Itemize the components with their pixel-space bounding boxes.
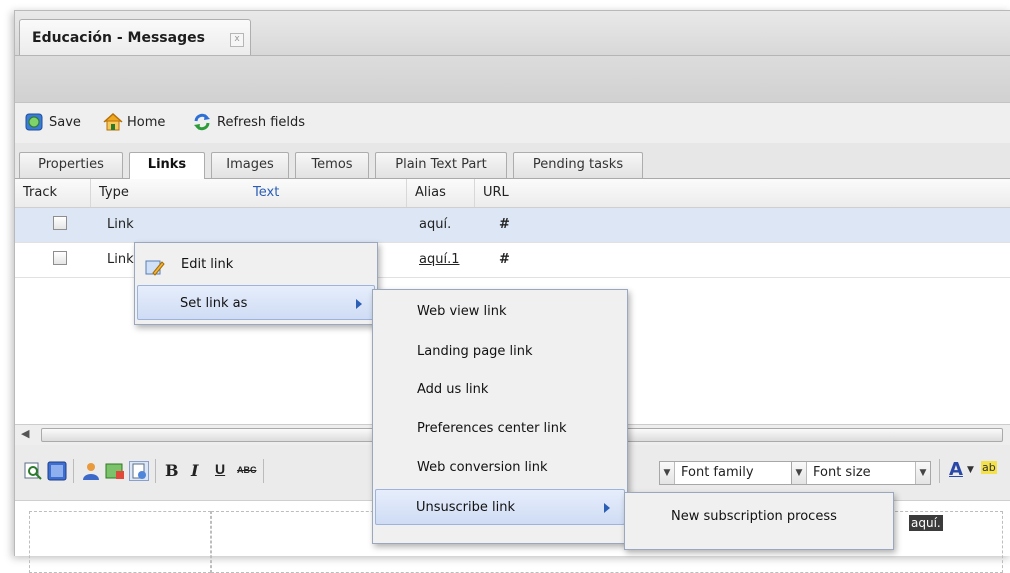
menu-item-web-view-link[interactable]: Web view link	[375, 294, 625, 330]
separator	[263, 459, 264, 483]
column-type[interactable]: Type	[91, 179, 241, 207]
chevron-down-icon: ▼	[915, 462, 930, 484]
row-type: Link	[107, 217, 134, 232]
set-link-as-label: Set link as	[180, 296, 248, 311]
grid-header: Track Type Text Alias URL	[15, 179, 1010, 208]
submenu-arrow-icon	[356, 299, 362, 309]
table-row[interactable]: Link aquí. #	[15, 208, 1010, 243]
document-tab-strip: Educación - Messages x	[15, 11, 1010, 56]
home-button[interactable]: Home	[103, 112, 166, 131]
column-text[interactable]: Text	[241, 179, 407, 207]
menu-item-unsuscribe-link[interactable]: Unsuscribe link	[375, 489, 625, 525]
highlighted-text[interactable]: aquí.	[909, 515, 943, 531]
row-url: #	[499, 252, 510, 267]
home-icon	[103, 112, 123, 131]
document-tab[interactable]: Educación - Messages x	[19, 19, 251, 55]
refresh-icon	[193, 113, 211, 131]
track-checkbox[interactable]	[53, 216, 67, 230]
column-track[interactable]: Track	[15, 179, 91, 207]
menu-item-landing-page-link[interactable]: Landing page link	[375, 334, 625, 370]
menu-item-set-link-as[interactable]: Set link as	[137, 285, 375, 320]
tab-plain-text-part[interactable]: Plain Text Part	[375, 152, 507, 178]
close-tab-icon[interactable]: x	[230, 33, 244, 47]
column-alias[interactable]: Alias	[407, 179, 475, 207]
menu-item-web-conversion-link[interactable]: Web conversion link	[375, 450, 625, 486]
refresh-fields-button[interactable]: Refresh fields	[193, 113, 305, 131]
content-block	[29, 511, 211, 573]
unsuscribe-link-label: Unsuscribe link	[416, 500, 516, 515]
set-link-as-submenu: Web view link Landing page link Add us l…	[372, 289, 628, 544]
text-color-button[interactable]: A	[949, 459, 963, 480]
scroll-left-icon[interactable]: ◀	[21, 427, 29, 440]
source-view-icon[interactable]	[47, 461, 67, 481]
preview-icon[interactable]	[23, 461, 43, 481]
save-icon	[25, 113, 43, 131]
bold-button[interactable]: B	[165, 461, 179, 480]
save-label: Save	[49, 114, 81, 130]
row-url: #	[499, 217, 510, 232]
header-band	[15, 56, 1010, 103]
submenu-arrow-icon	[604, 503, 610, 513]
user-icon[interactable]	[81, 461, 101, 481]
sub-tabs: Properties Links Images Temos Plain Text…	[15, 143, 1010, 179]
separator	[73, 459, 74, 483]
italic-button[interactable]: I	[191, 461, 198, 480]
row-alias: aquí.1	[419, 252, 460, 267]
chevron-down-icon: ▼	[792, 462, 807, 484]
tab-images[interactable]: Images	[211, 152, 289, 178]
unsuscribe-submenu: New subscription process	[624, 492, 894, 550]
edit-link-label: Edit link	[181, 257, 234, 272]
column-url[interactable]: URL	[475, 179, 1010, 207]
menu-item-add-us-link[interactable]: Add us link	[375, 372, 625, 408]
row-alias: aquí.	[419, 217, 452, 232]
separator	[155, 459, 156, 483]
font-family-label: Font family	[681, 465, 754, 480]
tab-pending-tasks[interactable]: Pending tasks	[513, 152, 643, 178]
highlight-color-button[interactable]: ab	[981, 461, 997, 474]
chevron-down-icon[interactable]: ▼	[967, 465, 974, 475]
home-label: Home	[127, 114, 166, 130]
tab-links[interactable]: Links	[129, 152, 205, 179]
font-size-select[interactable]: ▼ Font size ▼	[791, 461, 931, 485]
insert-image-icon[interactable]	[105, 461, 125, 481]
font-family-select[interactable]: ▼ Font family	[659, 461, 793, 485]
row-type: Link	[107, 252, 134, 267]
menu-item-new-subscription-process[interactable]: New subscription process	[627, 499, 891, 535]
strikethrough-button[interactable]: ABC	[237, 465, 257, 475]
font-size-label: Font size	[813, 465, 871, 480]
insert-document-icon[interactable]	[129, 461, 149, 481]
save-button[interactable]: Save	[25, 113, 81, 131]
menu-item-edit-link[interactable]: Edit link	[137, 247, 375, 283]
refresh-label: Refresh fields	[217, 114, 306, 130]
menu-item-preferences-center-link[interactable]: Preferences center link	[375, 411, 625, 447]
underline-button[interactable]: U	[215, 461, 225, 477]
action-toolbar: Save Home Refresh fields	[15, 103, 1010, 143]
tab-temos[interactable]: Temos	[295, 152, 369, 178]
document-tab-title: Educación - Messages	[32, 30, 205, 46]
separator	[939, 459, 940, 483]
context-menu: Edit link Set link as	[134, 242, 378, 325]
track-checkbox[interactable]	[53, 251, 67, 265]
chevron-down-icon: ▼	[660, 462, 675, 484]
tab-properties[interactable]: Properties	[19, 152, 123, 178]
